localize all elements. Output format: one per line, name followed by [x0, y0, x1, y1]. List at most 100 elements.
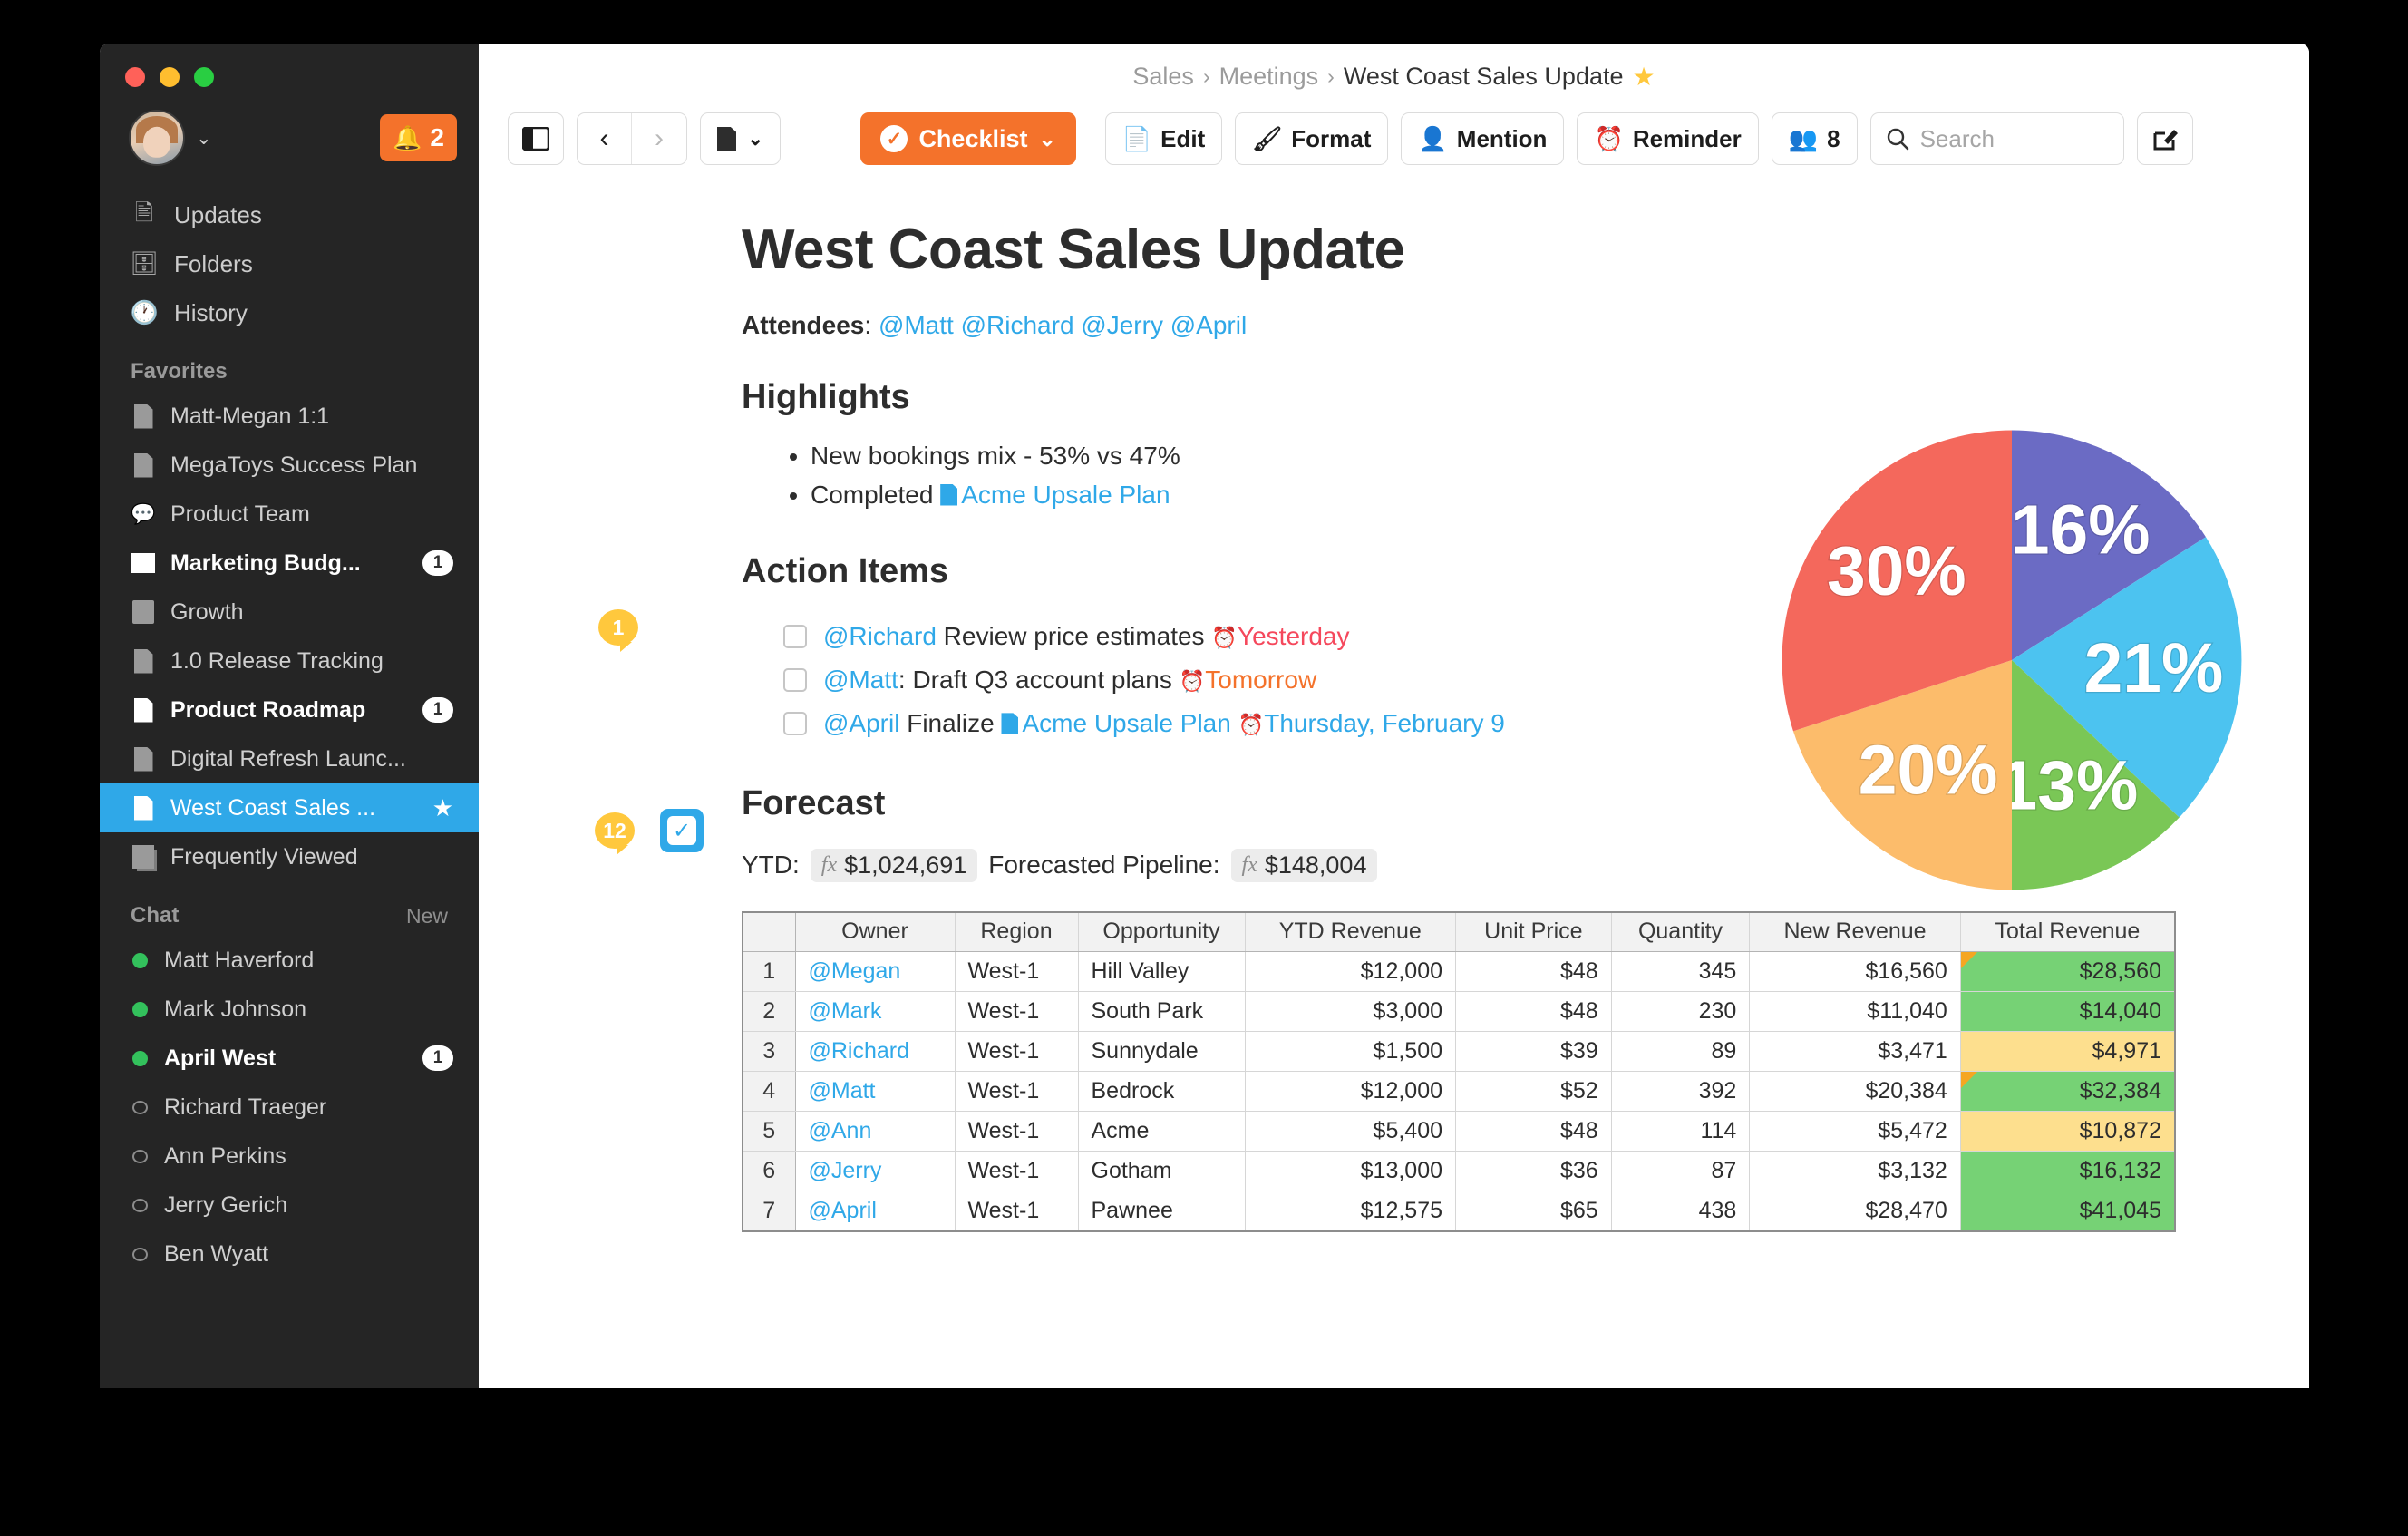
table-row[interactable]: 4 @Matt West-1 Bedrock $12,000 $52 392 $20,384 $… [742, 1071, 2176, 1113]
cell-region[interactable]: West-1 [954, 991, 1079, 1033]
chat-item-mark-johnson[interactable]: Mark Johnson [100, 985, 479, 1034]
forward-button[interactable]: › [632, 113, 686, 164]
sidebar-item-growth[interactable]: Growth [100, 588, 479, 637]
cell-region[interactable]: West-1 [954, 1071, 1079, 1113]
cell-owner[interactable]: @Richard [794, 1031, 956, 1073]
cell-unit-price[interactable]: $48 [1455, 951, 1612, 993]
sidebar-item-west-coast-sales[interactable]: West Coast Sales ... ★ [100, 783, 479, 832]
cell-owner[interactable]: @Megan [794, 951, 956, 993]
sidebar-item-history[interactable]: 🕐 History [100, 288, 479, 337]
cell-total-revenue[interactable]: $16,132 [1959, 1151, 2176, 1192]
cell-quantity[interactable]: 87 [1610, 1151, 1751, 1192]
reminder-button[interactable]: ⏰ Reminder [1577, 112, 1759, 165]
cell-new-revenue[interactable]: $20,384 [1749, 1071, 1961, 1113]
cell-total-revenue[interactable]: $28,560 [1959, 951, 2176, 993]
task-due-date[interactable]: Tomorrow [1205, 666, 1316, 694]
task-due-date[interactable]: Yesterday [1238, 622, 1350, 650]
cell-new-revenue[interactable]: $28,470 [1749, 1191, 1961, 1232]
cell-quantity[interactable]: 345 [1610, 951, 1751, 993]
avatar[interactable] [129, 110, 185, 166]
edit-button[interactable]: 📄 Edit [1104, 112, 1223, 165]
notifications-button[interactable]: 🔔 2 [380, 114, 457, 161]
cell-total-revenue[interactable]: $10,872 [1959, 1111, 2176, 1152]
breadcrumb-meetings[interactable]: Meetings [1219, 63, 1319, 91]
attendee-mention[interactable]: @Matt [879, 311, 954, 339]
chevron-down-icon[interactable]: ⌄ [196, 129, 212, 148]
task-doc-link[interactable]: Acme Upsale Plan [1022, 709, 1230, 737]
chat-item-matt-haverford[interactable]: Matt Haverford [100, 936, 479, 985]
cell-opportunity[interactable]: Hill Valley [1077, 951, 1246, 993]
task-checkbox[interactable] [783, 712, 807, 736]
chat-item-ben-wyatt[interactable]: Ben Wyatt [100, 1230, 479, 1278]
table-row[interactable]: 6 @Jerry West-1 Gotham $13,000 $36 87 $3,132 $16… [742, 1151, 2176, 1192]
star-icon[interactable]: ★ [432, 794, 453, 822]
mention-button[interactable]: 👤 Mention [1401, 112, 1565, 165]
cell-opportunity[interactable]: Gotham [1077, 1151, 1246, 1192]
table-row[interactable]: 5 @Ann West-1 Acme $5,400 $48 114 $5,472 $10,872 [742, 1111, 2176, 1152]
cell-unit-price[interactable]: $48 [1455, 1111, 1612, 1152]
cell-owner[interactable]: @April [794, 1191, 956, 1232]
cell-region[interactable]: West-1 [954, 1031, 1079, 1073]
sidebar-item-megatoys-success-plan[interactable]: MegaToys Success Plan [100, 441, 479, 490]
cell-total-revenue[interactable]: $41,045 [1959, 1191, 2176, 1232]
cell-ytd-revenue[interactable]: $12,575 [1244, 1191, 1457, 1232]
maximize-window-button[interactable] [194, 67, 214, 87]
table-column-header[interactable]: Total Revenue [1959, 911, 2176, 953]
checklist-button[interactable]: ✓ Checklist ⌄ [860, 112, 1076, 165]
cell-opportunity[interactable]: Pawnee [1077, 1191, 1246, 1232]
sidebar-item-matt-megan-1-1[interactable]: Matt-Megan 1:1 [100, 392, 479, 441]
cell-unit-price[interactable]: $48 [1455, 991, 1612, 1033]
cell-new-revenue[interactable]: $5,472 [1749, 1111, 1961, 1152]
back-button[interactable]: ‹ [578, 113, 632, 164]
action-items-comment-badge[interactable]: 12 [595, 812, 635, 855]
cell-unit-price[interactable]: $65 [1455, 1191, 1612, 1232]
cell-quantity[interactable]: 89 [1610, 1031, 1751, 1073]
table-column-header[interactable]: Opportunity [1077, 911, 1246, 953]
table-column-header[interactable]: Owner [794, 911, 956, 953]
cell-ytd-revenue[interactable]: $3,000 [1244, 991, 1457, 1033]
chat-item-april-west[interactable]: April West 1 [100, 1034, 479, 1083]
sidebar-item-1-0-release-tracking[interactable]: 1.0 Release Tracking [100, 637, 479, 685]
compose-button[interactable] [2136, 112, 2193, 165]
cell-quantity[interactable]: 114 [1610, 1111, 1751, 1152]
sidebar-item-marketing-budg[interactable]: Marketing Budg... 1 [100, 539, 479, 588]
close-window-button[interactable] [125, 67, 145, 87]
breadcrumb-sales[interactable]: Sales [1132, 63, 1194, 91]
table-row[interactable]: 3 @Richard West-1 Sunnydale $1,500 $39 89 $3,47… [742, 1031, 2176, 1073]
chat-item-richard-traeger[interactable]: Richard Traeger [100, 1083, 479, 1132]
task-checkbox[interactable] [783, 625, 807, 649]
forecast-table[interactable]: Owner Region Opportunity YTD Revenue Unit Pr… [742, 910, 2176, 1232]
cell-owner[interactable]: @Jerry [794, 1151, 956, 1192]
search-input[interactable]: Search [1869, 112, 2124, 165]
sidebar-item-updates[interactable]: 🖹 Updates [100, 190, 479, 239]
new-chat-button[interactable]: New [406, 904, 448, 928]
table-column-header[interactable]: Quantity [1610, 911, 1751, 953]
star-icon[interactable]: ★ [1633, 62, 1656, 92]
attendee-mention[interactable]: @Richard [961, 311, 1074, 339]
table-column-header[interactable]: YTD Revenue [1244, 911, 1457, 953]
cell-opportunity[interactable]: South Park [1077, 991, 1246, 1033]
table-row[interactable]: 2 @Mark West-1 South Park $3,000 $48 230 $11,04… [742, 991, 2176, 1033]
cell-ytd-revenue[interactable]: $12,000 [1244, 951, 1457, 993]
cell-owner[interactable]: @Matt [794, 1071, 956, 1113]
cell-quantity[interactable]: 392 [1610, 1071, 1751, 1113]
table-row[interactable]: 7 @April West-1 Pawnee $12,575 $65 438 $28,470 $… [742, 1191, 2176, 1232]
sidebar-item-frequently-viewed[interactable]: Frequently Viewed [100, 832, 479, 881]
sidebar-item-digital-refresh-launc[interactable]: Digital Refresh Launc... [100, 734, 479, 783]
cell-ytd-revenue[interactable]: $1,500 [1244, 1031, 1457, 1073]
highlight-doc-link[interactable]: Acme Upsale Plan [961, 481, 1170, 509]
table-row[interactable]: 1 @Megan West-1 Hill Valley $12,000 $48 345 $16… [742, 951, 2176, 993]
pipeline-value-chip[interactable]: fx $148,004 [1230, 848, 1378, 882]
checklist-toggle-button[interactable]: ✓ [660, 809, 704, 852]
table-column-header[interactable]: Region [954, 911, 1079, 953]
cell-region[interactable]: West-1 [954, 1151, 1079, 1192]
cell-unit-price[interactable]: $36 [1455, 1151, 1612, 1192]
cell-new-revenue[interactable]: $3,132 [1749, 1151, 1961, 1192]
format-button[interactable]: 🖌 Format [1235, 112, 1389, 165]
cell-opportunity[interactable]: Acme [1077, 1111, 1246, 1152]
sidebar-item-folders[interactable]: 🗄 Folders [100, 239, 479, 288]
cell-unit-price[interactable]: $39 [1455, 1031, 1612, 1073]
highlights-comment-badge[interactable]: 1 [598, 609, 638, 652]
cell-total-revenue[interactable]: $14,040 [1959, 991, 2176, 1033]
table-column-header[interactable]: New Revenue [1749, 911, 1961, 953]
